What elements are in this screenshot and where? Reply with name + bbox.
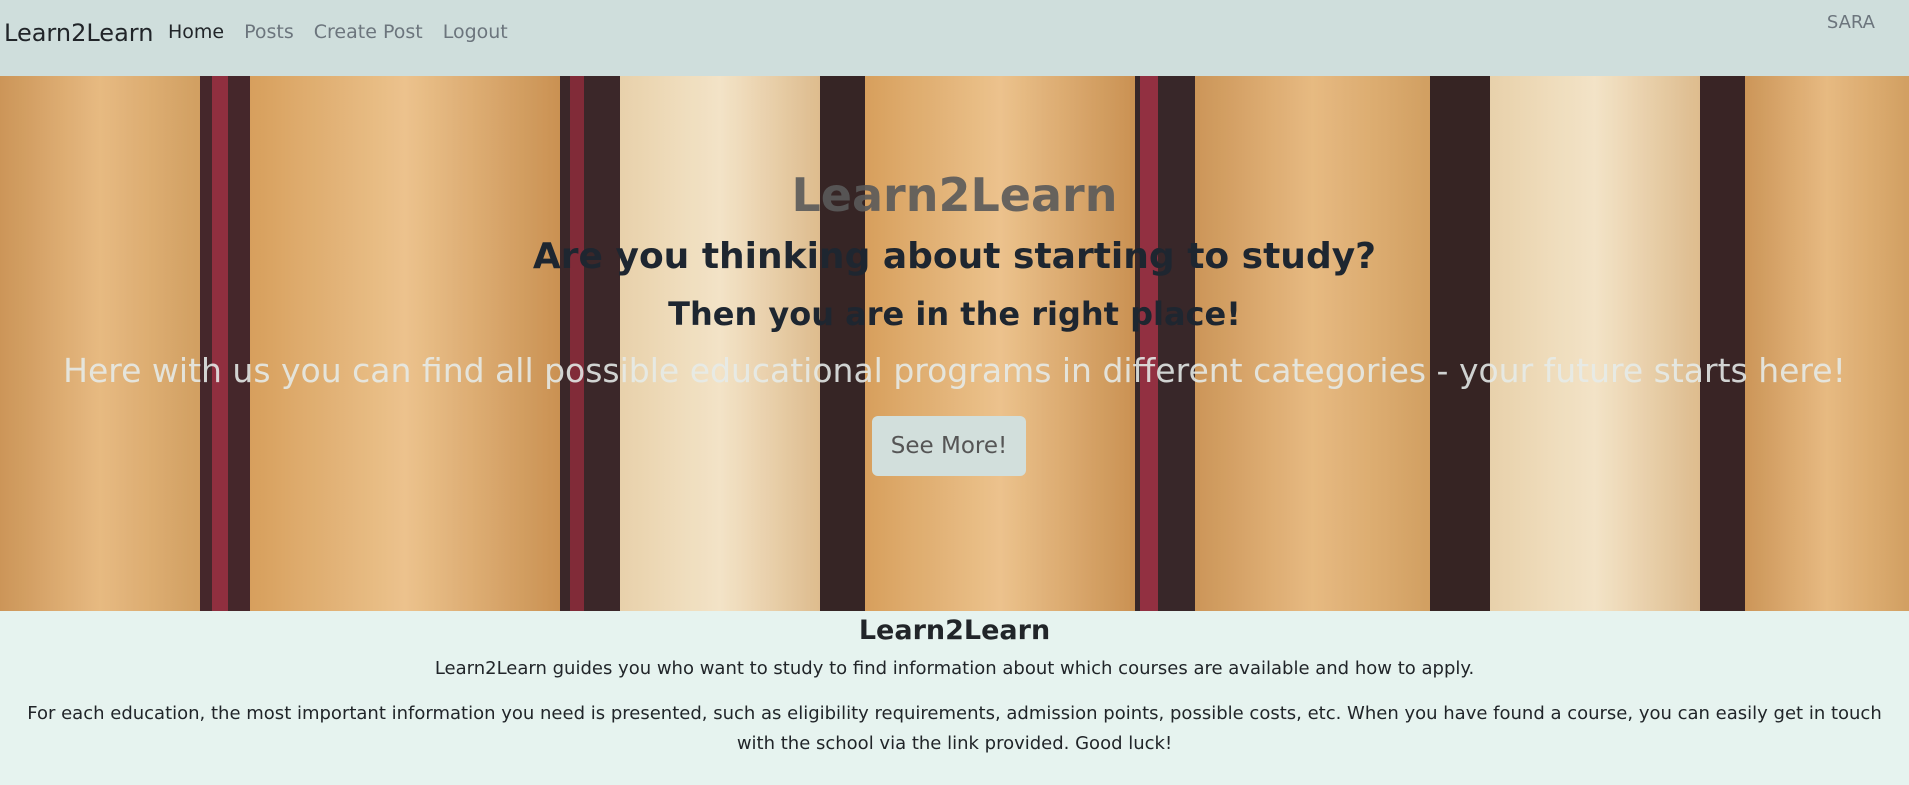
- brand-logo[interactable]: Learn2Learn: [4, 19, 153, 47]
- nav-link-posts[interactable]: Posts: [244, 21, 294, 43]
- user-name: SARA: [1826, 12, 1875, 33]
- about-title: Learn2Learn: [858, 615, 1051, 646]
- about-section: Learn2Learn Learn2Learn guides you who w…: [0, 611, 1909, 785]
- nav-link-create-post[interactable]: Create Post: [314, 21, 423, 43]
- hero-content: Learn2Learn Are you thinking about start…: [0, 76, 1909, 611]
- hero-section: Learn2Learn Are you thinking about start…: [0, 76, 1909, 611]
- nav-link-logout[interactable]: Logout: [443, 21, 508, 43]
- about-paragraph-intro: Learn2Learn guides you who want to study…: [434, 658, 1475, 679]
- see-more-button[interactable]: See More!: [872, 416, 1026, 476]
- nav-links: Home Posts Create Post Logout: [168, 21, 508, 43]
- hero-lead-text: Here with us you can find all possible e…: [63, 351, 1846, 390]
- hero-subtitle-right-place: Then you are in the right place!: [668, 295, 1241, 333]
- hero-title: Learn2Learn: [791, 168, 1118, 222]
- nav-link-home[interactable]: Home: [168, 21, 224, 43]
- navbar: Learn2Learn Home Posts Create Post Logou…: [0, 0, 1909, 76]
- hero-subtitle-question: Are you thinking about starting to study…: [532, 236, 1377, 277]
- about-paragraph-details: For each education, the most important i…: [27, 703, 1882, 754]
